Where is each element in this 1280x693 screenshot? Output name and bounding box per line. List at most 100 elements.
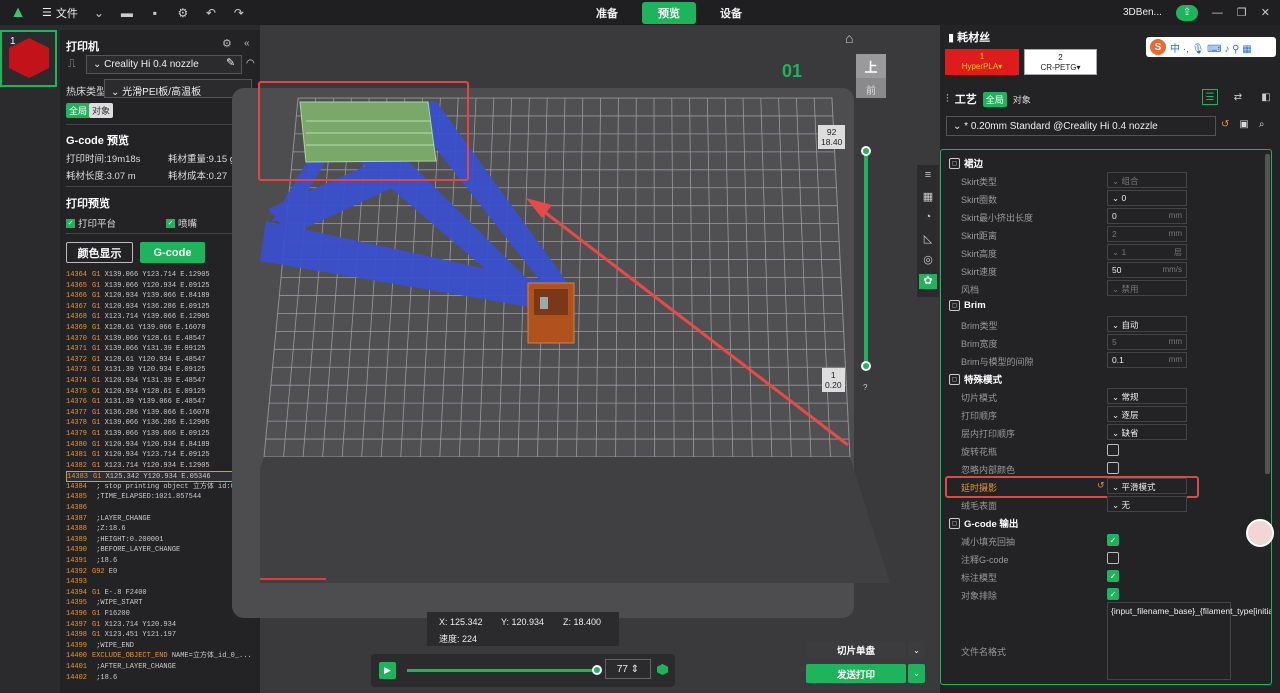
- checkbox-plate[interactable]: ✓ 打印平台: [66, 216, 116, 230]
- slice-dropdown-icon[interactable]: ⌄: [908, 641, 925, 659]
- gcode-line[interactable]: 14377 G1 X136.286 Y139.066 E.16078: [66, 408, 256, 419]
- chevron-down-icon[interactable]: ⌄: [92, 6, 106, 20]
- gcode-listing[interactable]: 14364 G1 X139.066 Y123.714 E.12905 14365 G1…: [66, 270, 256, 683]
- speed-icon[interactable]: ◔: [925, 211, 932, 226]
- color-display-button[interactable]: 颜色显示: [66, 242, 133, 263]
- filament-slot-2[interactable]: 2 CR-PETG▾: [1024, 49, 1097, 75]
- skirt-min-input[interactable]: 0 mm: [1107, 208, 1187, 224]
- close-icon[interactable]: ✕: [1261, 6, 1270, 19]
- gcode-line[interactable]: 14374 G1 X120.934 Y131.39 E.48547: [66, 376, 256, 387]
- gcode-line[interactable]: 14383 G1 X125.342 Y120.934 E.05346: [66, 471, 256, 482]
- 3d-viewport[interactable]: ⌂ 01 上 前 92 18.40 1 0.20 ? ≡ ▦ ◔ ◺ ◎ ✿ X: …: [232, 25, 940, 693]
- minimize-icon[interactable]: —: [1212, 7, 1223, 19]
- gcode-line[interactable]: 14382 G1 X123.714 Y120.934 E.12905: [66, 461, 256, 472]
- gcode-line[interactable]: 14371 G1 X139.066 Y131.39 E.09125: [66, 344, 256, 355]
- tab-prepare[interactable]: 准备: [580, 2, 634, 24]
- chip-object[interactable]: 对象: [1013, 93, 1031, 106]
- gcode-line[interactable]: 14387 ;LAYER_CHANGE: [66, 514, 256, 525]
- tab-device[interactable]: 设备: [704, 2, 758, 24]
- play-icon[interactable]: ▶: [379, 662, 396, 679]
- gcode-line[interactable]: 14368 G1 X123.714 Y139.066 E.12905: [66, 312, 256, 323]
- printer-select[interactable]: ⌄ Creality Hi 0.4 nozzle: [86, 55, 242, 74]
- assistant-avatar[interactable]: [1246, 519, 1274, 547]
- target-icon[interactable]: ◎: [923, 253, 933, 268]
- search-icon[interactable]: ⌕: [1259, 119, 1265, 130]
- gcode-line[interactable]: 14390 ;BEFORE_LAYER_CHANGE: [66, 545, 256, 556]
- gcode-line[interactable]: 14370 G1 X139.066 Y128.61 E.48547: [66, 334, 256, 345]
- gcode-line[interactable]: 14395 ;WIPE_START: [66, 598, 256, 609]
- gcode-line[interactable]: 14388 ;Z:18.6: [66, 524, 256, 535]
- compare-icon[interactable]: ⇄: [1230, 89, 1246, 105]
- exclude-obj-checkbox[interactable]: ✓: [1107, 588, 1119, 600]
- file-menu[interactable]: ☰ 文件: [42, 5, 78, 21]
- gcode-line[interactable]: 14396 G1 F16200: [66, 609, 256, 620]
- brim-gap-input[interactable]: 0.1 mm: [1107, 352, 1187, 368]
- ruler-icon[interactable]: ◺: [924, 232, 932, 247]
- view-front-face[interactable]: 前: [856, 80, 886, 98]
- process-preset-select[interactable]: ⌄ * 0.20mm Standard @Creality Hi 0.4 noz…: [946, 116, 1216, 136]
- reduce-infill-checkbox[interactable]: ✓: [1107, 534, 1119, 546]
- gcode-line[interactable]: 14380 G1 X120.934 Y120.934 E.84189: [66, 440, 256, 451]
- gcode-line[interactable]: 14392 G92 E0: [66, 567, 256, 578]
- gcode-button[interactable]: G-code: [140, 242, 205, 263]
- layer-top-handle[interactable]: [861, 146, 871, 156]
- gcode-line[interactable]: 14394 G1 E-.8 F2400: [66, 588, 256, 599]
- cube-icon[interactable]: [657, 664, 668, 675]
- slice-mode-select[interactable]: ⌄ 常规: [1107, 388, 1187, 404]
- skirt-type-select[interactable]: ⌄ 组合: [1107, 172, 1187, 188]
- gcode-line[interactable]: 14372 G1 X128.61 Y120.934 E.48547: [66, 355, 256, 366]
- checkbox-nozzle[interactable]: ✓ 喷嘴: [166, 216, 197, 230]
- filename-format-input[interactable]: {input_filename_base}_{filament_type[ini…: [1107, 602, 1271, 680]
- gcode-line[interactable]: 14389 ;HEIGHT:0.200001: [66, 535, 256, 546]
- view-top-face[interactable]: 上: [856, 54, 886, 78]
- gcode-line[interactable]: 14376 G1 X131.39 Y139.066 E.48547: [66, 397, 256, 408]
- label-model-checkbox[interactable]: ✓: [1107, 570, 1119, 582]
- home-icon[interactable]: ⌂: [845, 30, 853, 46]
- gcode-line[interactable]: 14367 G1 X120.934 Y136.286 E.09125: [66, 302, 256, 313]
- ignore-color-checkbox[interactable]: [1107, 462, 1119, 474]
- gcode-line[interactable]: 14375 G1 X120.934 Y128.61 E.09125: [66, 387, 256, 398]
- gcode-line[interactable]: 14378 G1 X139.066 Y136.286 E.12905: [66, 418, 256, 429]
- plate-thumbnail[interactable]: 1: [0, 30, 57, 87]
- chip-global[interactable]: 全局: [66, 103, 91, 118]
- skirt-height-input[interactable]: ⌄ 1层: [1107, 244, 1187, 260]
- chip-object[interactable]: 对象: [89, 103, 114, 118]
- progress-handle[interactable]: [592, 665, 602, 675]
- color-scheme-icon[interactable]: ✿: [919, 274, 937, 289]
- tab-preview[interactable]: 预览: [642, 2, 696, 24]
- skirt-speed-input[interactable]: 50 mm/s: [1107, 262, 1187, 278]
- open-folder-icon[interactable]: ▬: [120, 6, 134, 20]
- bed-type-select[interactable]: ⌄ 光滑PEI板/高温板: [104, 79, 252, 98]
- gcode-line[interactable]: 14373 G1 X131.39 Y120.934 E.09125: [66, 365, 256, 376]
- save-icon[interactable]: ▣: [1239, 119, 1248, 130]
- print-seq-select[interactable]: ⌄ 逐层: [1107, 406, 1187, 422]
- gcode-line[interactable]: 14391 ;18.6: [66, 556, 256, 567]
- gcode-line[interactable]: 14379 G1 X139.066 Y139.066 E.09125: [66, 429, 256, 440]
- gcode-line[interactable]: 14402 ;18.6: [66, 673, 256, 684]
- gcode-line[interactable]: 14384 ; stop printing object 立方体 id:0 c.…: [66, 482, 256, 493]
- printer-settings-icon[interactable]: ⚙: [222, 37, 232, 50]
- legend-icon[interactable]: ≡: [925, 169, 931, 184]
- chip-global[interactable]: 全局: [982, 91, 1007, 107]
- restore-icon[interactable]: ❐: [1237, 6, 1247, 19]
- gcode-line[interactable]: 14393: [66, 577, 256, 588]
- brim-width-input[interactable]: 5 mm: [1107, 334, 1187, 350]
- view-cube[interactable]: 上 前: [856, 54, 886, 98]
- cloud-upload-icon[interactable]: ⇧: [1175, 4, 1198, 21]
- layer-bottom-handle[interactable]: [861, 361, 871, 371]
- redo-icon[interactable]: ↷: [232, 6, 246, 20]
- layer-seq-select[interactable]: ⌄ 缺省: [1107, 424, 1187, 440]
- list-view-icon[interactable]: ☰: [1202, 89, 1218, 105]
- gcode-line[interactable]: 14399 ;WIPE_END: [66, 641, 256, 652]
- progress-input[interactable]: 77 ⇕: [605, 659, 651, 679]
- fuzzy-select[interactable]: ⌄ 无: [1107, 496, 1187, 512]
- spiral-checkbox[interactable]: [1107, 444, 1119, 456]
- more-icon[interactable]: ◧: [1258, 89, 1274, 105]
- edit-icon[interactable]: ✎: [226, 56, 235, 69]
- scrollbar[interactable]: [1265, 154, 1270, 474]
- skirt-dist-input[interactable]: 2 mm: [1107, 226, 1187, 242]
- collapse-icon[interactable]: «: [244, 38, 250, 49]
- settings-list[interactable]: ▢ 裙边 Skirt类型 ⌄ 组合 Skirt圈数 ⌄ 0 Skirt最小挤出长度 0 m…: [940, 149, 1272, 685]
- layer-slider[interactable]: [864, 150, 868, 368]
- skirt-loops-input[interactable]: ⌄ 0: [1107, 190, 1187, 206]
